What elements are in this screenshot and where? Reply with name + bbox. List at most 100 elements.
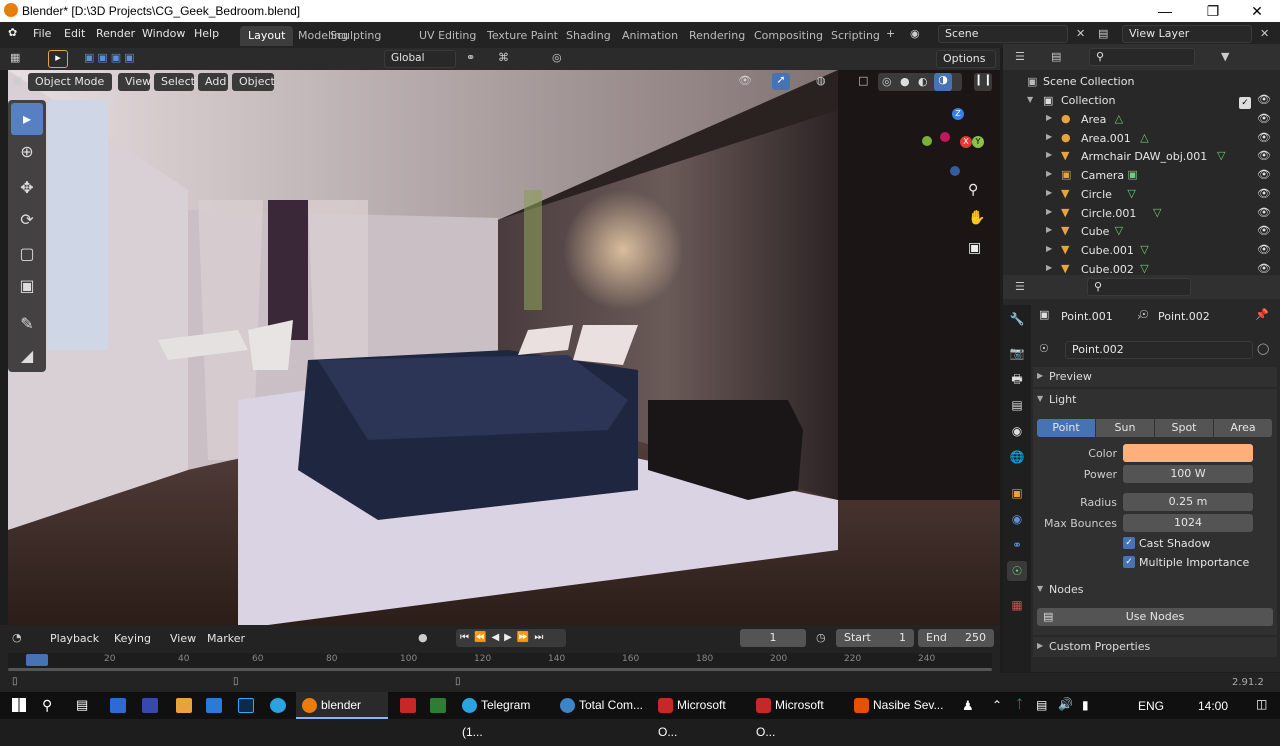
next-key-icon[interactable]: ⏩ <box>517 632 534 643</box>
clock-icon[interactable]: ◷ <box>816 631 826 644</box>
timeline-ruler[interactable]: 120406080100120140160180200220240 <box>8 653 992 671</box>
pin-icon[interactable]: 📌 <box>1255 308 1269 321</box>
view-layer-close-icon[interactable]: ✕ <box>1260 27 1269 40</box>
outliner-editor-icon[interactable]: ☰ <box>1015 50 1025 63</box>
menu-view[interactable]: View <box>118 73 151 91</box>
properties-search-input[interactable]: ⚲ <box>1087 278 1191 296</box>
outliner-item[interactable]: ▶ ● Area △ 👁 <box>1003 110 1280 129</box>
solid-shading-icon[interactable]: ● <box>900 75 910 88</box>
row-expand-arrow-icon[interactable]: ▶ <box>1046 188 1052 197</box>
render-tab-icon[interactable]: 📷 <box>1007 343 1027 363</box>
notifications-icon[interactable]: ◫ <box>1256 697 1267 711</box>
menu-window[interactable]: Window <box>142 27 185 40</box>
gizmo-x-axis[interactable]: X <box>960 136 972 148</box>
zoom-icon[interactable]: ⚲ <box>968 182 978 198</box>
transform-tool-icon[interactable]: ▣ <box>11 270 43 302</box>
texture-tab-icon[interactable]: ▦ <box>1007 595 1027 615</box>
play-reverse-icon[interactable]: ◀ <box>491 632 504 643</box>
light-data-tab-icon[interactable]: ☉ <box>1007 561 1027 581</box>
multiple-importance-checkbox[interactable]: ✓ <box>1123 556 1135 568</box>
viewport-editor-icon[interactable]: ▣ <box>12 74 22 87</box>
clock[interactable]: 14:00 <box>1198 699 1228 713</box>
power-field[interactable]: 100 W <box>1123 465 1253 483</box>
outliner-collection[interactable]: ▼ ▣ Collection ✓ 👁 <box>1003 91 1280 110</box>
move-tool-icon[interactable]: ✥ <box>11 172 43 204</box>
row-expand-arrow-icon[interactable]: ▶ <box>1046 169 1052 178</box>
row-expand-arrow-icon[interactable]: ▶ <box>1046 207 1052 216</box>
powershell-icon[interactable] <box>142 698 158 713</box>
editor-type-icon[interactable]: ▦ <box>10 51 20 64</box>
scale-tool-icon[interactable]: ▢ <box>11 238 43 270</box>
end-frame-field[interactable]: End 250 <box>918 629 994 647</box>
battery-icon[interactable]: ▮ <box>1082 698 1089 712</box>
output-tab-icon[interactable]: 🖶 <box>1007 369 1027 389</box>
scene-selector[interactable]: Scene <box>938 25 1068 43</box>
mesh-data-icon[interactable]: ▽ <box>1140 243 1148 256</box>
fake-user-icon[interactable]: ◯ <box>1257 342 1269 355</box>
jump-start-icon[interactable]: ⏮ <box>460 632 474 643</box>
overlays-icon[interactable]: ◍ <box>816 74 826 87</box>
visibility-eye-icon[interactable]: 👁 <box>1257 206 1271 219</box>
cast-shadow-checkbox[interactable]: ✓ <box>1123 537 1135 549</box>
radius-field[interactable]: 0.25 m <box>1123 493 1253 511</box>
properties-editor-icon[interactable]: ☰ <box>1015 280 1025 293</box>
task-view-icon[interactable]: ▤ <box>76 697 88 713</box>
current-frame-field[interactable]: 1 <box>740 629 806 647</box>
gizmo-y-axis[interactable]: Y <box>972 136 984 148</box>
scene-icon[interactable]: ◉ <box>910 27 920 40</box>
visibility-eye-icon[interactable]: 👁 <box>1257 168 1271 181</box>
visibility-eye-icon[interactable]: 👁 <box>1257 224 1271 237</box>
app-3-icon[interactable] <box>430 698 446 713</box>
scene-close-icon[interactable]: ✕ <box>1076 27 1085 40</box>
world-tab-icon[interactable]: 🌐 <box>1007 447 1027 467</box>
prev-key-icon[interactable]: ⏪ <box>474 632 491 643</box>
menu-help[interactable]: Help <box>194 27 219 40</box>
object-tab-icon[interactable]: ▣ <box>1007 483 1027 503</box>
measure-tool-icon[interactable]: ◢ <box>11 340 43 372</box>
gizmo-neg-x[interactable] <box>940 132 950 142</box>
scene-tab-icon[interactable]: ◉ <box>1007 421 1027 441</box>
menu-render[interactable]: Render <box>96 27 135 40</box>
use-nodes-button[interactable]: ▤ Use Nodes <box>1037 608 1273 626</box>
record-icon[interactable]: ● <box>418 631 428 644</box>
timeline-editor-icon[interactable]: ◔ <box>12 631 22 644</box>
playback-controls[interactable]: ⏮⏪◀▶⏩⏭ <box>456 629 566 647</box>
custom-properties-panel[interactable]: ▶ Custom Properties <box>1033 637 1277 657</box>
maximize-button[interactable]: ❐ <box>1190 0 1236 22</box>
navigation-gizmo[interactable]: Z Y X <box>920 106 996 216</box>
taskbar-microsoft-1[interactable]: Microsoft O... <box>652 692 748 739</box>
expand-arrow-icon[interactable]: ▼ <box>1027 95 1033 104</box>
light-datablock-icon[interactable]: ☉ <box>1039 342 1049 355</box>
material-shading-icon[interactable]: ◐ <box>918 75 928 88</box>
row-expand-arrow-icon[interactable]: ▶ <box>1046 132 1052 141</box>
tab-texture-paint[interactable]: Texture Paint <box>479 26 566 46</box>
outliner-item[interactable]: ▶ ▼ Circle ▽ 👁 <box>1003 185 1280 204</box>
display-mode-icon[interactable]: ▤ <box>1051 50 1061 63</box>
visibility-eye-icon[interactable]: 👁 <box>1257 149 1271 162</box>
snap-icon[interactable]: ⌘ <box>498 51 509 64</box>
outliner-item[interactable]: ▶ ▼ Cube.001 ▽ 👁 <box>1003 241 1280 260</box>
light-type-point[interactable]: Point <box>1037 419 1095 437</box>
mesh-data-icon[interactable]: ▽ <box>1153 206 1161 219</box>
outliner-item[interactable]: ▶ ● Area.001 △ 👁 <box>1003 129 1280 148</box>
row-expand-arrow-icon[interactable]: ▶ <box>1046 244 1052 253</box>
outliner-search-input[interactable]: ⚲ <box>1089 48 1195 66</box>
mesh-data-icon[interactable]: ▽ <box>1140 262 1148 275</box>
play-icon[interactable]: ▶ <box>504 632 517 643</box>
language-indicator[interactable]: ENG <box>1138 699 1164 713</box>
max-bounces-field[interactable]: 1024 <box>1123 514 1253 532</box>
tab-compositing[interactable]: Compositing <box>746 26 831 46</box>
vscode-icon[interactable] <box>206 698 222 713</box>
select-tool-icon[interactable]: ▸ <box>11 103 43 135</box>
menu-file[interactable]: File <box>33 27 51 40</box>
minimize-button[interactable]: — <box>1142 0 1188 22</box>
light-type-sun[interactable]: Sun <box>1096 419 1154 437</box>
search-icon[interactable]: ⚲ <box>42 697 52 714</box>
jump-end-icon[interactable]: ⏭ <box>534 632 548 643</box>
filter-icon[interactable]: ▼ <box>1221 50 1229 63</box>
outliner-item[interactable]: ▶ ▣ Camera ▣ 👁 <box>1003 166 1280 185</box>
photoshop-icon[interactable] <box>238 698 254 713</box>
timeline-view-menu[interactable]: View <box>170 632 196 645</box>
tab-uv-editing[interactable]: UV Editing <box>411 26 484 46</box>
visibility-eye-icon[interactable]: 👁 <box>1257 262 1271 275</box>
